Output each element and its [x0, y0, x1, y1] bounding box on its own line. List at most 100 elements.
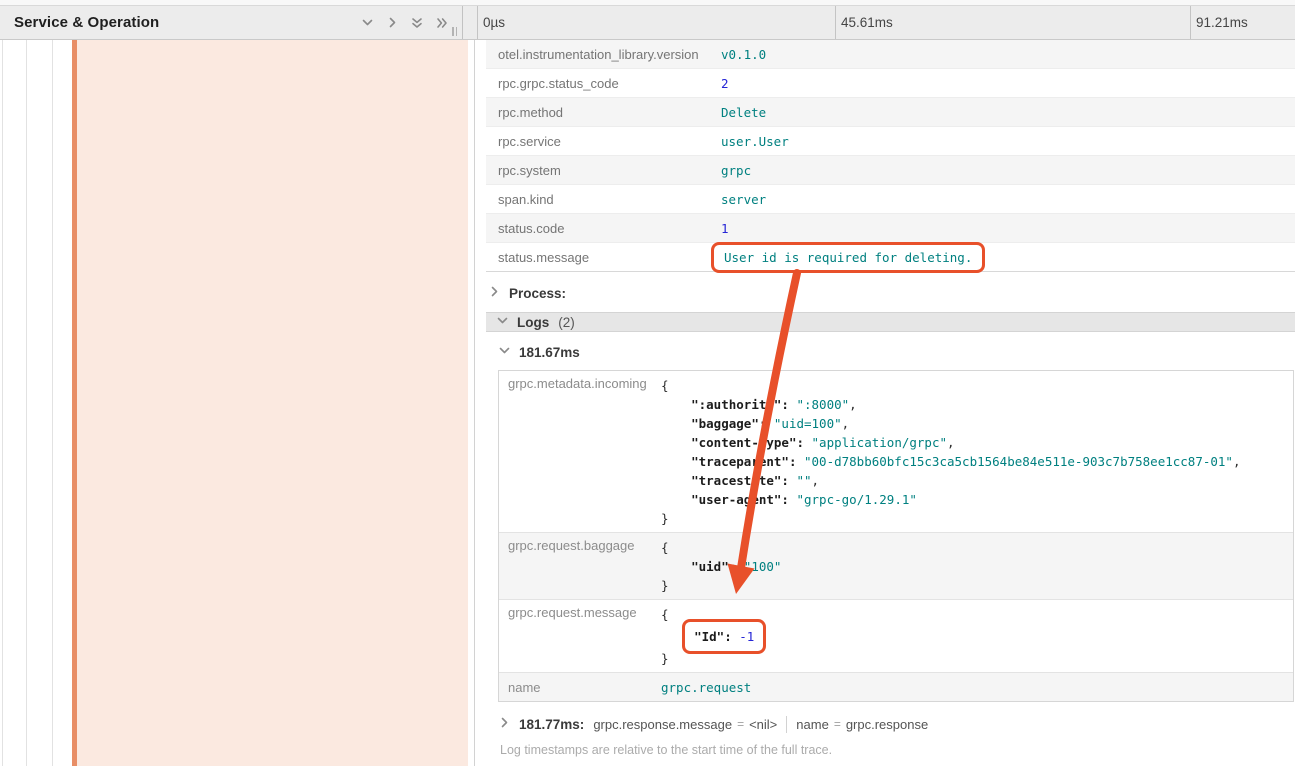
log-summary-pair: grpc.response.message=<nil>: [593, 717, 777, 732]
log-field-key: grpc.metadata.incoming: [499, 371, 661, 532]
span-detail-panel: otel.instrumentation_library.versionv0.1…: [477, 40, 1295, 766]
json-string-value: "": [796, 473, 811, 488]
tag-key: span.kind: [486, 192, 721, 207]
pair-value: <nil>: [749, 717, 777, 732]
tag-value: v0.1.0: [721, 47, 766, 62]
collapse-one-icon[interactable]: [359, 15, 375, 31]
log-field-value-text: grpc.request: [661, 680, 751, 695]
tag-value-text: v0.1.0: [721, 47, 766, 62]
collapse-all-icon[interactable]: [409, 15, 425, 31]
annotation-box: "Id": -1: [682, 619, 766, 654]
process-accordion[interactable]: Process:: [486, 272, 1295, 312]
tag-key: rpc.grpc.status_code: [486, 76, 721, 91]
json-entry: "baggage": "uid=100": [691, 416, 842, 431]
json-value: { "uid": "100" }: [661, 538, 1293, 595]
tag-value: server: [721, 192, 766, 207]
chevron-down-icon: [497, 313, 508, 331]
tag-value-text: 2: [721, 76, 729, 91]
log-timestamp: 181.77ms:: [519, 717, 584, 732]
json-key: "content-type":: [691, 435, 804, 450]
chevron-down-icon: [499, 343, 510, 361]
tag-value: user.User: [721, 134, 789, 149]
service-operation-title: Service & Operation: [14, 14, 159, 31]
tag-row: rpc.serviceuser.User: [486, 127, 1295, 156]
json-key: "uid":: [691, 559, 736, 574]
json-string-value: "uid=100": [774, 416, 842, 431]
ruler-tick-1: 45.61ms: [835, 6, 893, 39]
expand-all-icon[interactable]: [434, 15, 450, 31]
tag-value-text: user.User: [721, 134, 789, 149]
tag-key: rpc.method: [486, 105, 721, 120]
log-field-row: grpc.request.message{ "Id": -1 }: [499, 599, 1293, 672]
json-number-value: -1: [739, 629, 754, 644]
tag-key: otel.instrumentation_library.version: [486, 47, 721, 62]
json-entry: "uid": "100": [691, 559, 781, 574]
timeline-zero-gridline: [474, 40, 475, 766]
json-key: "user-agent":: [691, 492, 789, 507]
chevron-right-icon: [499, 715, 510, 733]
tag-key: status.code: [486, 221, 721, 236]
tag-value: grpc: [721, 163, 751, 178]
tag-value: User id is required for deleting.: [721, 247, 975, 268]
tag-value-text: 1: [721, 221, 729, 236]
equals-sign: =: [834, 717, 841, 731]
expand-collapse-controls: [359, 15, 456, 31]
log-field-row: grpc.metadata.incoming{ ":authority": ":…: [499, 371, 1293, 532]
json-entry: "tracestate": "": [691, 473, 811, 488]
pair-key: name: [796, 717, 829, 732]
ruler-tick-2: 91.21ms: [1190, 6, 1248, 39]
pair-divider: [786, 716, 787, 733]
json-key: "traceparent":: [691, 454, 796, 469]
json-string-value: "grpc-go/1.29.1": [796, 492, 916, 507]
json-string-value: "application/grpc": [812, 435, 947, 450]
json-entry: ":authority": ":8000": [691, 397, 849, 412]
tag-row: status.code1: [486, 214, 1295, 243]
span-tags-table: otel.instrumentation_library.versionv0.1…: [486, 40, 1295, 272]
json-key: ":authority":: [691, 397, 789, 412]
service-operation-column-header: Service & Operation: [0, 6, 463, 39]
log-field-row: namegrpc.request: [499, 672, 1293, 701]
logs-accordion[interactable]: Logs (2): [486, 312, 1295, 332]
log-field-key: name: [499, 680, 661, 695]
log-field-key: grpc.request.baggage: [499, 533, 661, 599]
log-fields-table: grpc.metadata.incoming{ ":authority": ":…: [498, 370, 1294, 702]
log-field-value: { ":authority": ":8000", "baggage": "uid…: [661, 371, 1293, 532]
tag-row: rpc.methodDelete: [486, 98, 1295, 127]
log-entry-accordion-collapsed[interactable]: 181.77ms: grpc.response.message=<nil> nam…: [498, 715, 1295, 733]
logs-footer-note: Log timestamps are relative to the start…: [500, 743, 1295, 757]
json-string-value: ":8000": [796, 397, 849, 412]
pair-value: grpc.response: [846, 717, 928, 732]
logs-count: (2): [558, 315, 575, 330]
tag-key: rpc.system: [486, 163, 721, 178]
log-entry-accordion-expanded[interactable]: 181.67ms: [498, 332, 1295, 370]
json-key: "Id":: [694, 629, 732, 644]
json-entry: "content-type": "application/grpc": [691, 435, 947, 450]
tag-row: status.messageUser id is required for de…: [486, 243, 1295, 272]
tag-row: rpc.systemgrpc: [486, 156, 1295, 185]
tag-key: status.message: [486, 250, 721, 265]
tree-indent-guide: [26, 40, 27, 766]
expand-one-icon[interactable]: [384, 15, 400, 31]
tag-row: otel.instrumentation_library.versionv0.1…: [486, 40, 1295, 69]
selected-span-row-highlight: [77, 40, 468, 766]
log-field-row: grpc.request.baggage{ "uid": "100" }: [499, 532, 1293, 599]
json-string-value: "00-d78bb60bfc15c3ca5cb1564be84e511e-903…: [804, 454, 1233, 469]
log-field-value: { "uid": "100" }: [661, 533, 1293, 599]
json-entry: "traceparent": "00-d78bb60bfc15c3ca5cb15…: [691, 454, 1233, 469]
json-value: { "Id": -1 }: [661, 605, 1293, 668]
json-string-value: "100": [744, 559, 782, 574]
tag-row: span.kindserver: [486, 185, 1295, 214]
log-summary-pairs: grpc.response.message=<nil> name = grpc.res…: [593, 716, 928, 733]
ruler-tick-0: 0µs: [477, 6, 505, 39]
column-resizer-handle[interactable]: [452, 27, 457, 36]
tag-row: rpc.grpc.status_code2: [486, 69, 1295, 98]
tag-value: 1: [721, 221, 729, 236]
timeline-header: Service & Operation 0µs 45.61ms: [0, 6, 1295, 40]
annotation-box: User id is required for deleting.: [711, 242, 985, 273]
span-tree-column: [0, 40, 477, 766]
json-key: "baggage":: [691, 416, 766, 431]
tag-value: 2: [721, 76, 729, 91]
tree-indent-guide: [2, 40, 3, 766]
logs-label: Logs: [517, 315, 549, 330]
log-summary-pair: name = grpc.response: [796, 717, 928, 732]
